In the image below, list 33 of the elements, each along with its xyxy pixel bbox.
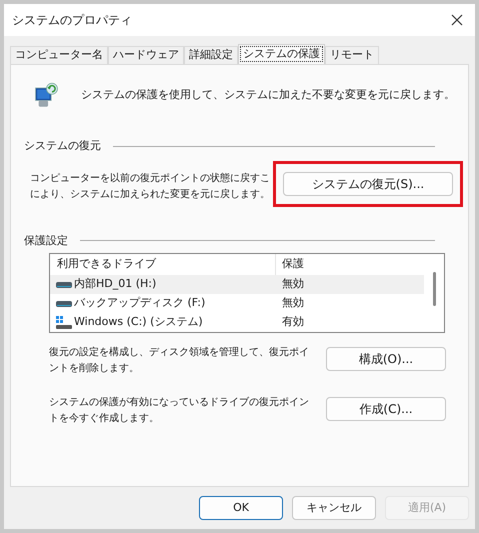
action-description: システムの保護が有効になっているドライブの復元ポイントを今すぐ作成します。 bbox=[49, 396, 310, 426]
drive-name: バックアップディスク (F:) bbox=[74, 295, 206, 312]
action-button[interactable]: 作成(C)... bbox=[326, 397, 446, 421]
column-header[interactable]: 保護 bbox=[276, 256, 304, 273]
window-title: システムのプロパティ bbox=[12, 12, 132, 29]
restore-description: コンピューターを以前の復元ポイントの状態に戻すこ bbox=[30, 172, 271, 186]
dialog-button[interactable]: OK bbox=[199, 496, 283, 520]
protection-status: 有効 bbox=[281, 314, 304, 330]
protection-status: 無効 bbox=[281, 276, 304, 292]
tab[interactable]: 詳細設定 bbox=[184, 46, 238, 64]
system-drive-icon bbox=[56, 316, 72, 330]
drive-name: 内部HD_01 (H:) bbox=[74, 276, 156, 292]
drive-name: Windows (C:) (システム) bbox=[74, 314, 203, 330]
action-button[interactable]: 構成(O)... bbox=[326, 347, 446, 371]
tab[interactable]: コンピューター名 bbox=[10, 46, 108, 64]
drive-row[interactable]: Windows (C:) (システム) 有効 bbox=[50, 313, 424, 332]
tab[interactable]: ハードウェア bbox=[108, 46, 184, 64]
section-heading: システムの復元 bbox=[24, 138, 101, 154]
action-description: 復元の設定を構成し、ディスク領域を管理して、復元ポイントを削除します。 bbox=[49, 346, 310, 376]
drive-row[interactable]: バックアップディスク (F:) 無効 bbox=[50, 294, 424, 313]
tab[interactable]: システムの保護 bbox=[238, 44, 325, 64]
section-heading: 保護設定 bbox=[24, 232, 68, 248]
tab[interactable]: リモート bbox=[325, 46, 379, 64]
protection-status: 無効 bbox=[281, 295, 304, 312]
drive-icon bbox=[56, 300, 72, 306]
drive-icon bbox=[56, 282, 72, 288]
dialog-button[interactable]: キャンセル bbox=[292, 496, 376, 520]
system-restore-button[interactable]: システムの復元(S)... bbox=[283, 172, 453, 196]
close-icon bbox=[451, 14, 463, 26]
intro-text: システムの保護を使用して、システムに加えた不要な変更を元に戻します。 bbox=[81, 86, 455, 103]
restore-description: により、システムに加えられた変更を元に戻します。 bbox=[30, 188, 271, 202]
drive-row[interactable]: 内部HD_01 (H:) 無効 bbox=[50, 275, 424, 294]
scrollbar-thumb[interactable] bbox=[432, 272, 436, 306]
